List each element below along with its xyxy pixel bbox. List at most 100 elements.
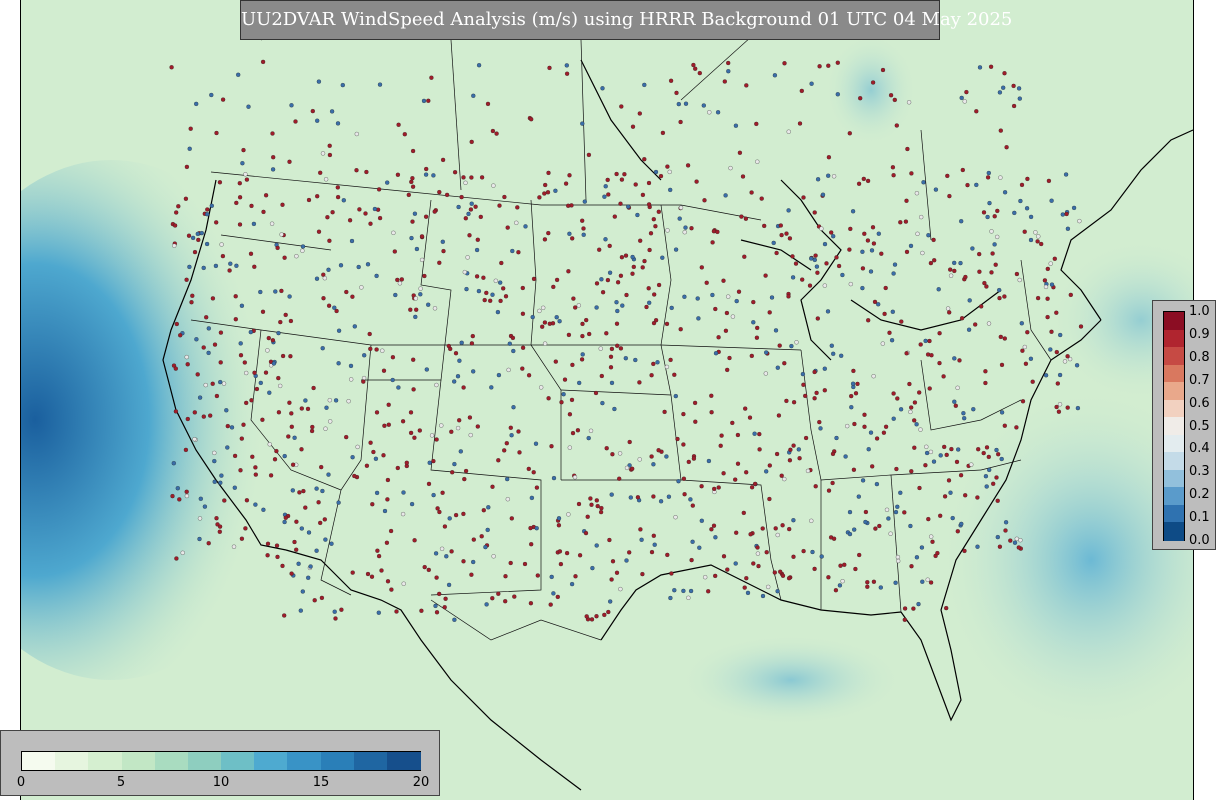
observation-dot (322, 276, 327, 281)
observation-dot (944, 605, 949, 611)
observation-dot (238, 468, 243, 473)
observation-dot (348, 363, 354, 369)
observation-dot (1011, 83, 1016, 89)
observation-dot (947, 193, 952, 199)
observation-dot (856, 181, 862, 186)
observation-dot (455, 374, 461, 379)
observation-dot (1028, 214, 1034, 220)
observation-dot (457, 418, 462, 423)
speed-colorbar-swatch (221, 752, 256, 770)
observation-dot (414, 246, 420, 252)
observation-dot (233, 294, 238, 299)
observation-dot (915, 231, 920, 236)
observation-dot (537, 195, 542, 200)
observation-dot (894, 466, 899, 472)
observation-dot (992, 242, 997, 247)
observation-dot (923, 463, 928, 468)
observation-dot (212, 342, 218, 347)
observation-dot (465, 255, 470, 260)
speed-colorbar: 0 5 10 15 20 (0, 730, 440, 796)
observation-dot (642, 157, 647, 162)
observation-dot (503, 599, 508, 604)
observation-dot (938, 453, 943, 458)
observation-dot (682, 230, 687, 235)
observation-dot (248, 251, 254, 256)
observation-dot (270, 338, 276, 343)
observation-dot (669, 571, 674, 576)
observation-dot (775, 532, 780, 538)
observation-dot (439, 423, 444, 428)
observation-dot (300, 244, 306, 249)
observation-dot (175, 486, 180, 491)
observation-dot (850, 209, 856, 214)
observation-dot (270, 167, 276, 172)
observation-dot (899, 319, 904, 324)
observation-dot (942, 494, 948, 499)
observation-dot (391, 230, 396, 235)
observation-dot (933, 187, 939, 192)
observation-dot (376, 610, 381, 615)
observation-dot (192, 410, 197, 415)
observation-dot (186, 233, 192, 238)
speed-colorbar-swatch (55, 752, 90, 770)
observation-dot (822, 366, 827, 371)
observation-dot (1002, 71, 1007, 76)
observation-dot (973, 322, 978, 327)
observation-dot (631, 264, 636, 270)
observation-dot (658, 499, 664, 504)
observation-dot (789, 343, 794, 349)
observation-dot (648, 231, 654, 236)
observation-dot (619, 255, 625, 260)
observation-dot (556, 516, 562, 521)
observation-dot (594, 281, 600, 286)
observation-dot (791, 518, 796, 523)
observation-dot (292, 435, 297, 440)
observation-dot (681, 411, 686, 417)
observation-dot (455, 425, 461, 431)
observation-dot (800, 371, 806, 377)
observation-dot (329, 541, 334, 546)
observation-dot (609, 346, 615, 352)
observation-dot (831, 174, 837, 179)
observation-dot (786, 576, 792, 581)
observation-dot (667, 169, 672, 175)
observation-dot (664, 454, 669, 459)
observation-dot (773, 328, 779, 333)
observation-dot (651, 494, 656, 499)
observation-dot (865, 238, 871, 243)
observation-dot (853, 566, 858, 572)
observation-dot (959, 95, 964, 101)
observation-dot (952, 399, 957, 404)
observation-dot (927, 338, 932, 344)
observation-dot (514, 220, 519, 225)
observation-dot (754, 335, 760, 340)
observation-dot (718, 443, 723, 448)
observation-dot (305, 406, 311, 412)
observation-dot (422, 273, 427, 279)
observation-dot (294, 547, 299, 552)
observation-dot (561, 392, 566, 397)
observation-dot (918, 427, 923, 432)
observation-dot (723, 193, 728, 198)
observation-dot (589, 502, 594, 507)
observation-dot (817, 64, 822, 69)
observation-dot (444, 554, 449, 559)
observation-dot (316, 79, 322, 84)
observation-dot (598, 509, 604, 515)
observation-dot (432, 209, 437, 214)
observation-dot (367, 331, 372, 337)
map-frame (20, 0, 1194, 800)
observation-dot (409, 179, 414, 185)
observation-dot (812, 210, 817, 215)
observation-dot (633, 357, 638, 363)
observation-dot (567, 231, 572, 236)
observation-dot (834, 255, 839, 260)
observation-dot (952, 260, 957, 266)
observation-dot (486, 505, 491, 510)
observation-dot (878, 585, 883, 590)
observation-dot (240, 161, 245, 166)
observation-dot (639, 537, 644, 542)
observation-dot (365, 571, 371, 577)
observation-dot (194, 337, 199, 342)
observation-dot (836, 263, 842, 269)
